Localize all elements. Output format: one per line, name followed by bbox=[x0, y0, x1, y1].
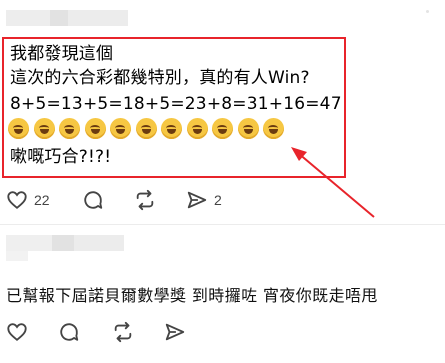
post-divider bbox=[0, 224, 445, 225]
laughing-emoji-icon bbox=[186, 118, 208, 139]
blurred-username bbox=[50, 10, 68, 26]
like-button[interactable]: 22 bbox=[6, 188, 50, 212]
post-text-line: 嗽嘅巧合?!?! bbox=[10, 147, 112, 167]
share-button[interactable] bbox=[164, 320, 186, 344]
post-text-line: 我都發現這個 bbox=[10, 44, 114, 64]
laughing-emoji-icon bbox=[237, 118, 259, 139]
blurred-username bbox=[52, 235, 74, 251]
laughing-emoji-icon bbox=[8, 118, 29, 139]
send-icon bbox=[187, 191, 207, 209]
laughing-emoji-icon bbox=[212, 118, 233, 139]
send-icon bbox=[165, 323, 185, 341]
post-text-line: 這次的六合彩都幾特別，真的有人Win? bbox=[10, 68, 310, 88]
like-count: 22 bbox=[34, 192, 50, 208]
blurred-username bbox=[6, 251, 28, 261]
reply-action-bar bbox=[0, 320, 445, 344]
laughing-emoji-icon bbox=[161, 118, 182, 139]
repost-button[interactable] bbox=[112, 320, 134, 344]
laughing-emoji-icon bbox=[59, 118, 80, 139]
post-content-highlight: 我都發現這個 這次的六合彩都幾特別，真的有人Win? 8+5=13+5=18+5… bbox=[2, 37, 346, 178]
repost-icon bbox=[136, 189, 154, 211]
comment-button[interactable] bbox=[58, 320, 80, 344]
repost-button[interactable] bbox=[134, 188, 156, 212]
laughing-emoji-icon bbox=[84, 118, 106, 139]
repost-icon bbox=[114, 321, 132, 343]
share-count: 2 bbox=[214, 192, 222, 208]
post-action-bar: 22 2 bbox=[0, 188, 445, 212]
heart-icon bbox=[7, 323, 27, 341]
laughing-emoji-icon bbox=[110, 118, 131, 139]
share-button[interactable]: 2 bbox=[186, 188, 222, 212]
blurred-username bbox=[68, 10, 128, 26]
emoji-row bbox=[8, 118, 289, 140]
comment-icon bbox=[84, 191, 103, 209]
blurred-username bbox=[6, 235, 52, 251]
laughing-emoji-icon bbox=[33, 118, 55, 139]
like-button[interactable] bbox=[6, 320, 28, 344]
blurred-username bbox=[74, 235, 124, 251]
heart-icon bbox=[7, 191, 27, 209]
laughing-emoji-icon bbox=[263, 118, 284, 139]
reply-text: 已幫報下屆諾貝爾數學獎 到時攞咗 宵夜你既走唔甩 bbox=[6, 286, 378, 305]
blurred-timestamp bbox=[426, 10, 429, 13]
blurred-username bbox=[6, 10, 50, 26]
laughing-emoji-icon bbox=[135, 118, 157, 139]
post-equation-line: 8+5=13+5=18+5=23+8=31+16=47 bbox=[10, 94, 342, 114]
comment-icon bbox=[60, 323, 79, 341]
comment-button[interactable] bbox=[82, 188, 104, 212]
